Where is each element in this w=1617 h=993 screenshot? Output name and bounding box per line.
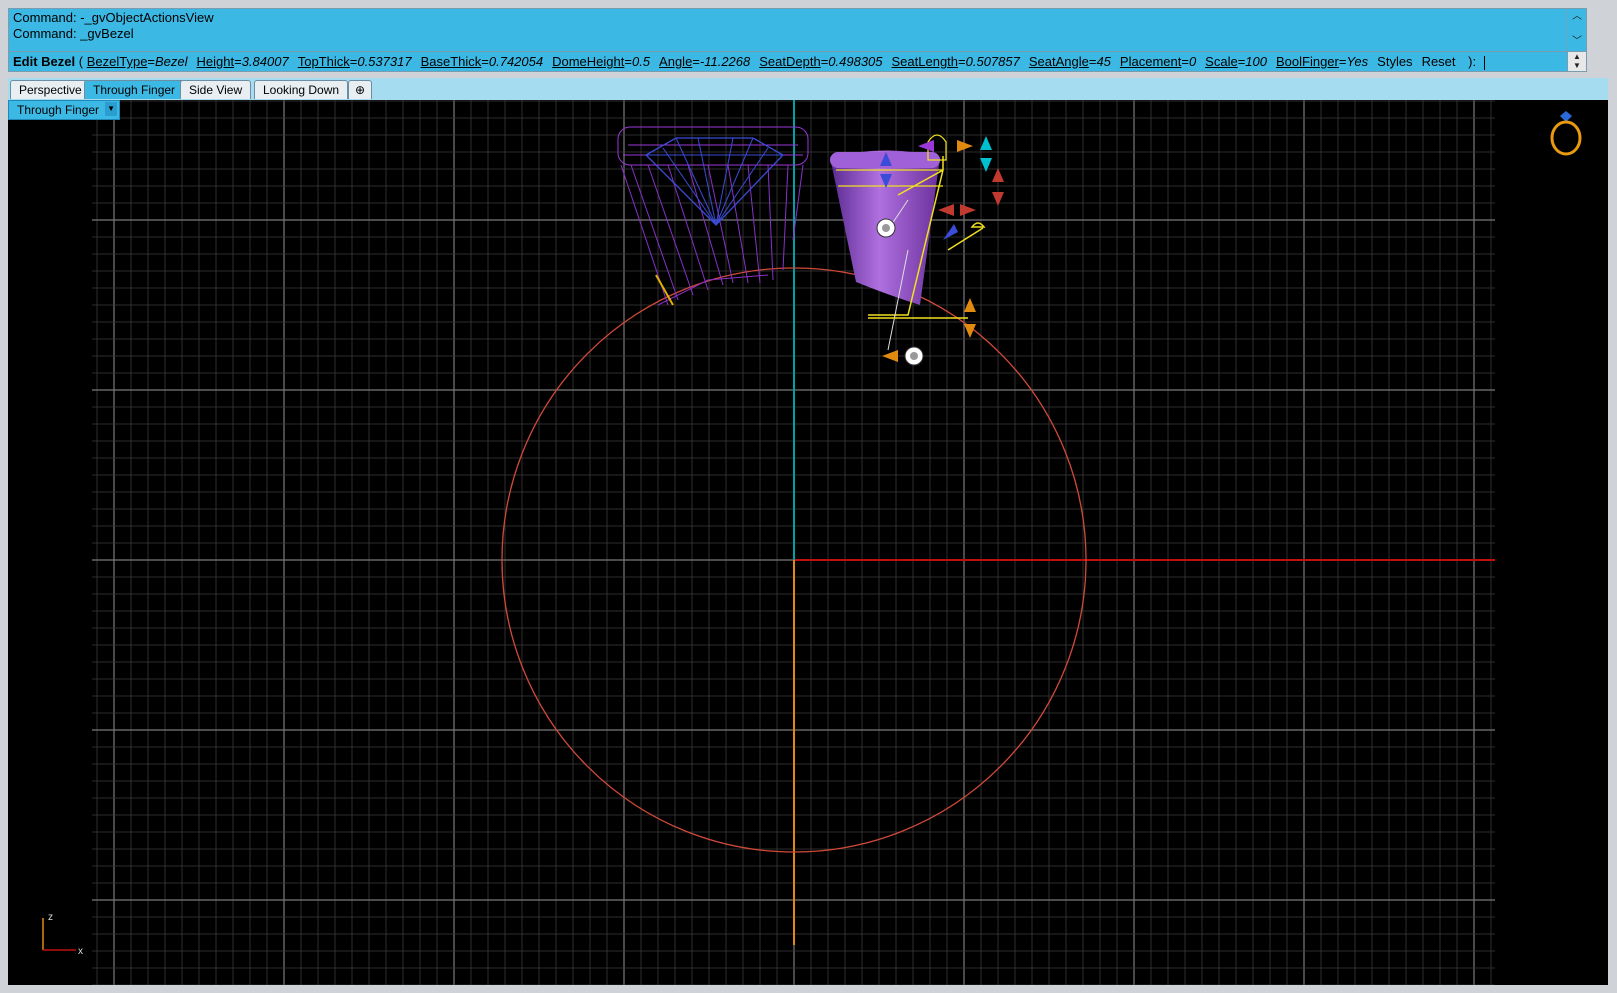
scroll-up-icon[interactable]: ︿ xyxy=(1572,12,1582,22)
spin-up-icon[interactable]: ▲ xyxy=(1573,53,1581,61)
text-cursor xyxy=(1483,55,1485,70)
axis-x-label: x xyxy=(78,946,83,957)
tab-through-finger[interactable]: Through Finger xyxy=(84,80,185,99)
prompt-option-seatangle[interactable]: SeatAngle=45 xyxy=(1029,54,1111,69)
tab-side-view[interactable]: Side View xyxy=(180,80,252,99)
tab-perspective[interactable]: Perspective xyxy=(10,80,91,99)
prompt-option-seatdepth[interactable]: SeatDepth=0.498305 xyxy=(759,54,882,69)
prompt-option-boolfinger[interactable]: BoolFinger=Yes xyxy=(1276,54,1368,69)
command-history-line: Command: _gvBezel xyxy=(13,26,134,41)
prompt-close: ): xyxy=(1468,54,1477,69)
command-prompt-text: Edit Bezel ( BezelType=Bezel Height=3.840… xyxy=(13,54,1485,70)
status-strip xyxy=(0,985,1617,993)
app-window: Command: -_gvObjectActionsView Command: … xyxy=(0,0,1617,993)
prompt-option-bezeltype[interactable]: BezelType=Bezel xyxy=(87,54,188,69)
chevron-down-icon[interactable]: ▼ xyxy=(105,102,118,116)
axis-z-label: z xyxy=(48,912,53,923)
viewport-title-menu[interactable]: Through Finger ▼ xyxy=(8,100,121,120)
prompt-option-height[interactable]: Height=3.84007 xyxy=(197,54,289,69)
prompt-action-reset[interactable]: Reset xyxy=(1422,54,1456,69)
command-history: Command: -_gvObjectActionsView Command: … xyxy=(8,8,1587,52)
command-history-scrollbar[interactable]: ︿ ﹀ xyxy=(1567,9,1586,51)
wireframe-gem-setting xyxy=(617,126,809,306)
add-tab-button[interactable]: ⊕ xyxy=(348,80,373,99)
tab-looking-down[interactable]: Looking Down xyxy=(254,80,349,99)
prompt-option-seatlength[interactable]: SeatLength=0.507857 xyxy=(892,54,1020,69)
spin-down-icon[interactable]: ▼ xyxy=(1573,62,1581,70)
prompt-option-angle[interactable]: Angle=-11.2268 xyxy=(659,54,750,69)
prompt-option-scale[interactable]: Scale=100 xyxy=(1205,54,1267,69)
prompt-option-placement[interactable]: Placement=0 xyxy=(1120,54,1196,69)
command-prompt[interactable]: Edit Bezel ( BezelType=Bezel Height=3.840… xyxy=(8,51,1587,72)
prompt-action-styles[interactable]: Styles xyxy=(1377,54,1412,69)
scroll-down-icon[interactable]: ﹀ xyxy=(1572,37,1582,47)
axis-indicator-icon: z x xyxy=(42,912,83,957)
viewport-through-finger[interactable]: Through Finger ▼ z x xyxy=(8,100,1608,985)
prompt-option-topthick[interactable]: TopThick=0.537317 xyxy=(298,54,412,69)
viewport-tabs: Perspective Through Finger Side View Loo… xyxy=(8,78,1608,101)
command-history-line: Command: -_gvObjectActionsView xyxy=(13,10,214,25)
prompt-option-domeheight[interactable]: DomeHeight=0.5 xyxy=(552,54,650,69)
command-prompt-spinner[interactable]: ▲ ▼ xyxy=(1567,52,1586,71)
ring-icon[interactable] xyxy=(1546,108,1586,158)
viewport-title: Through Finger xyxy=(17,103,100,117)
command-name: Edit Bezel xyxy=(13,54,76,69)
viewport-canvas[interactable] xyxy=(8,100,1608,985)
prompt-open-paren: ( xyxy=(78,54,84,69)
prompt-option-basethick[interactable]: BaseThick=0.742054 xyxy=(421,54,544,69)
